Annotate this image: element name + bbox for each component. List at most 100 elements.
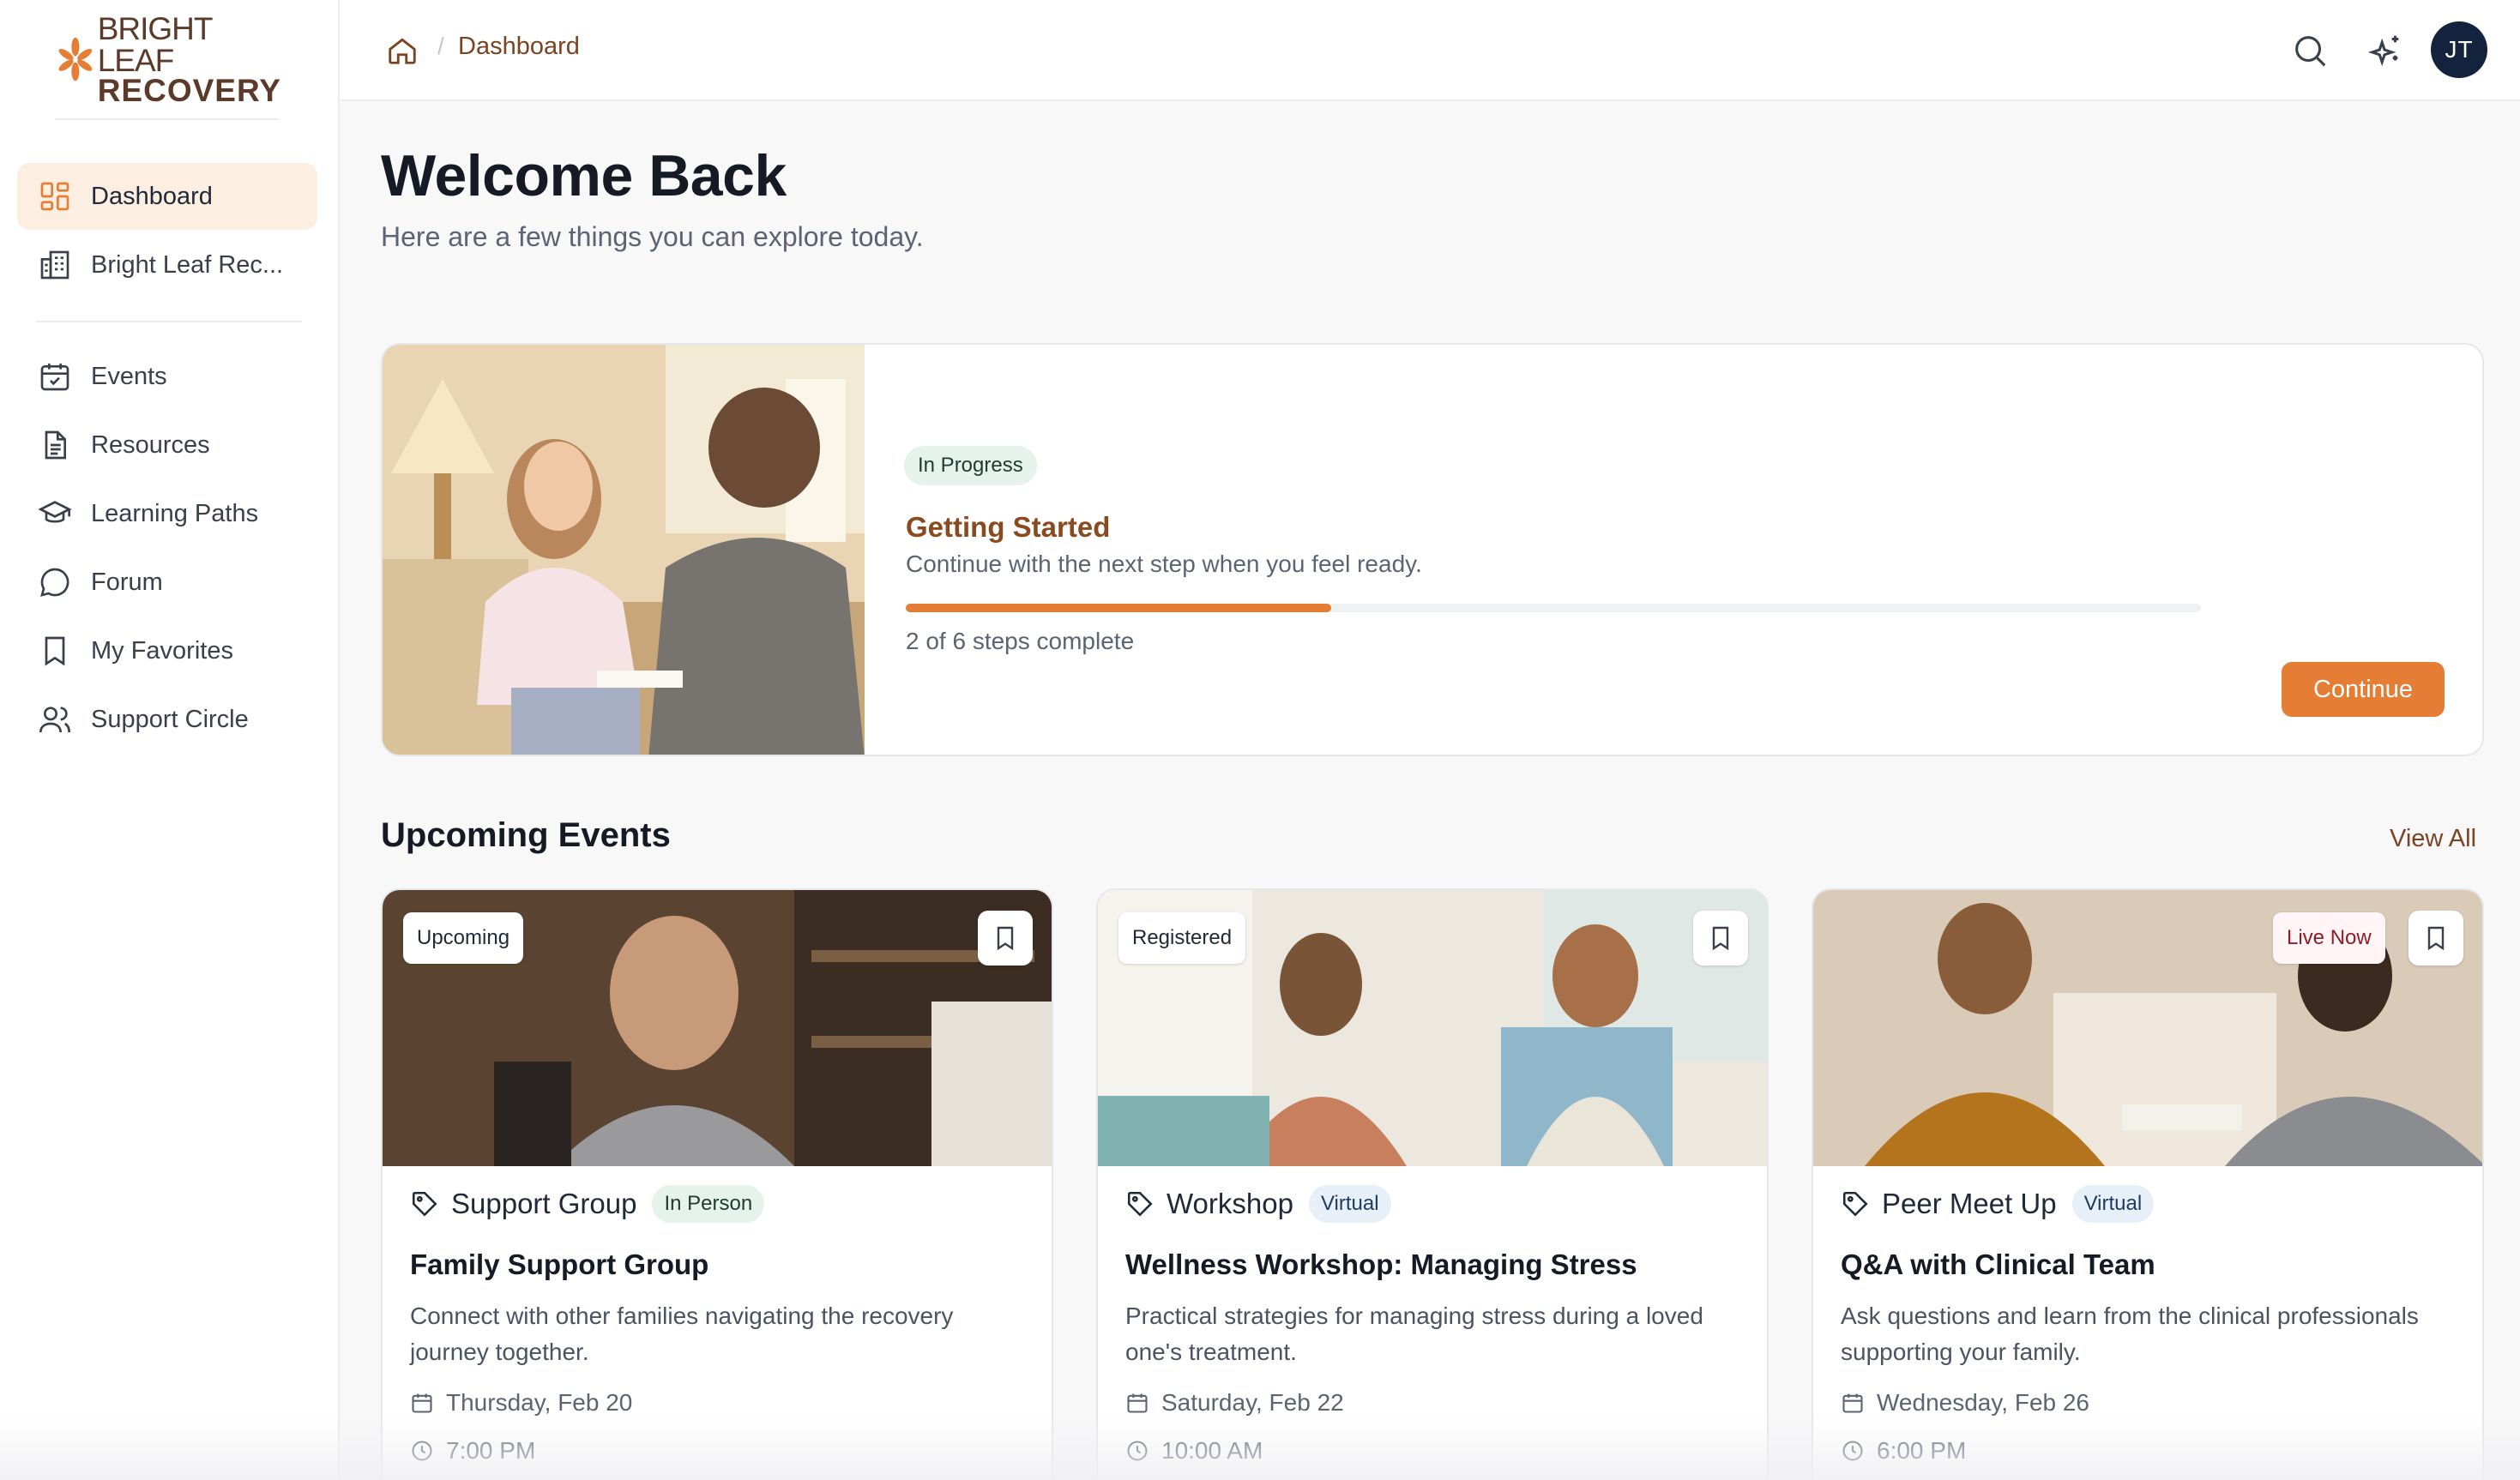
event-date-text: Thursday, Feb 20 — [446, 1389, 633, 1416]
bookmark-icon — [2427, 926, 2445, 951]
graduation-cap-icon — [38, 501, 72, 523]
calendar-check-icon — [40, 364, 69, 391]
top-header: / Dashboard JT — [340, 0, 2520, 101]
breadcrumb-separator: / — [437, 33, 444, 59]
counseling-session-photo — [383, 345, 865, 755]
continue-button[interactable]: Continue — [2282, 662, 2445, 717]
event-card[interactable]: Registered Workshop Virtual Wellness Wor… — [1096, 888, 1769, 1480]
clock-icon — [1842, 1441, 1863, 1461]
event-type-row: Peer Meet Up Virtual — [1841, 1185, 2155, 1223]
avatar[interactable]: JT — [2431, 21, 2487, 78]
tag-icon — [1127, 1191, 1153, 1217]
sidebar-item-learning-paths[interactable]: Learning Paths — [17, 480, 317, 547]
bookmark-button[interactable] — [2408, 911, 2463, 966]
sidebar: BRIGHT LEAF RECOVERY Dashboard Bright Le… — [0, 0, 340, 1480]
document-icon — [45, 430, 66, 460]
card-title: Getting Started — [906, 511, 1111, 543]
tag-icon — [412, 1191, 437, 1217]
brand-logo[interactable]: BRIGHT LEAF RECOVERY — [58, 13, 281, 106]
live-now-badge: Live Now — [2273, 912, 2385, 964]
event-time-text: 10:00 AM — [1161, 1437, 1263, 1464]
sidebar-item-forum[interactable]: Forum — [17, 549, 317, 616]
view-all-link[interactable]: View All — [2390, 825, 2476, 853]
sidebar-item-label: Forum — [91, 568, 163, 596]
sidebar-item-my-favorites[interactable]: My Favorites — [17, 617, 317, 684]
progress-bar-fill — [906, 604, 1331, 612]
brand-line-2: RECOVERY — [97, 72, 281, 108]
event-type: Peer Meet Up — [1882, 1188, 2057, 1219]
event-description: Practical strategies for managing stress… — [1125, 1303, 1703, 1365]
sidebar-item-dashboard[interactable]: Dashboard — [17, 163, 317, 230]
sidebar-divider — [55, 118, 280, 120]
section-title: Upcoming Events — [381, 816, 671, 854]
event-mode-badge: Virtual — [1308, 1185, 1391, 1223]
event-mode-badge: In Person — [652, 1185, 765, 1223]
sidebar-item-events[interactable]: Events — [17, 343, 317, 410]
calendar-icon — [1127, 1393, 1148, 1413]
clock-icon — [412, 1441, 432, 1461]
event-date: Thursday, Feb 20 — [410, 1389, 632, 1417]
sparkles-icon[interactable] — [2366, 31, 2405, 70]
chat-bubble-icon — [40, 568, 69, 597]
tag-icon — [1842, 1191, 1868, 1217]
event-time: 10:00 AM — [1125, 1437, 1263, 1465]
event-title: Wellness Workshop: Managing Stress — [1125, 1248, 1637, 1280]
card-description: Continue with the next step when you fee… — [906, 550, 1422, 577]
leaf-logo-icon — [58, 37, 93, 81]
getting-started-card: In Progress Getting Started Continue wit… — [381, 343, 2484, 756]
brand-line-1: BRIGHT LEAF — [97, 10, 213, 78]
sidebar-divider — [36, 321, 302, 322]
breadcrumb-current[interactable]: Dashboard — [458, 33, 580, 61]
event-date-text: Saturday, Feb 22 — [1161, 1389, 1344, 1416]
event-title: Q&A with Clinical Team — [1841, 1248, 2155, 1280]
home-icon[interactable] — [386, 34, 419, 67]
sidebar-item-resources[interactable]: Resources — [17, 412, 317, 478]
search-icon[interactable] — [2290, 31, 2330, 70]
sidebar-item-label: Dashboard — [91, 182, 213, 210]
event-type: Workshop — [1167, 1188, 1293, 1219]
bookmark-icon — [45, 636, 65, 666]
event-status-badge: Upcoming — [403, 912, 524, 964]
sidebar-item-label: My Favorites — [91, 636, 233, 665]
event-date: Saturday, Feb 22 — [1125, 1389, 1344, 1417]
event-type-row: Support Group In Person — [410, 1185, 765, 1223]
event-type: Support Group — [451, 1188, 637, 1219]
calendar-icon — [412, 1393, 432, 1413]
clock-icon — [1127, 1441, 1148, 1461]
event-description: Connect with other families navigating t… — [410, 1303, 954, 1365]
event-time: 7:00 PM — [410, 1437, 535, 1465]
sidebar-item-label: Bright Leaf Rec... — [91, 250, 284, 279]
event-mode-badge: Virtual — [2071, 1185, 2155, 1223]
calendar-icon — [1842, 1393, 1863, 1413]
bookmark-icon — [997, 926, 1014, 951]
grid-icon — [40, 182, 69, 211]
sidebar-item-label: Learning Paths — [91, 499, 259, 527]
event-time-text: 7:00 PM — [446, 1437, 536, 1464]
users-icon — [39, 707, 70, 733]
bookmark-button[interactable] — [978, 911, 1033, 966]
status-badge: In Progress — [904, 446, 1037, 485]
sidebar-item-support-circle[interactable]: Support Circle — [17, 686, 317, 753]
event-date-text: Wednesday, Feb 26 — [1877, 1389, 2090, 1416]
sidebar-item-label: Events — [91, 362, 167, 390]
event-date: Wednesday, Feb 26 — [1841, 1389, 2089, 1417]
event-time-text: 6:00 PM — [1877, 1437, 1967, 1464]
event-type-row: Workshop Virtual — [1125, 1185, 1391, 1223]
bookmark-icon — [1712, 926, 1729, 951]
sidebar-item-organization[interactable]: Bright Leaf Rec... — [17, 232, 317, 298]
page-title: Welcome Back — [381, 143, 787, 208]
event-title: Family Support Group — [410, 1248, 709, 1280]
sidebar-item-label: Resources — [91, 430, 210, 459]
event-card[interactable]: Live Now Peer Meet Up Virtual Q&A with C… — [1812, 888, 2484, 1480]
sidebar-item-label: Support Circle — [91, 705, 249, 733]
progress-steps-text: 2 of 6 steps complete — [906, 628, 1135, 654]
event-description: Ask questions and learn from the clinica… — [1841, 1303, 2419, 1365]
page-subtitle: Here are a few things you can explore to… — [381, 221, 924, 252]
event-card[interactable]: Upcoming Support Group In Person Family … — [381, 888, 1053, 1480]
brand-wordmark: BRIGHT LEAF RECOVERY — [98, 13, 281, 106]
building-icon — [40, 250, 69, 280]
bookmark-button[interactable] — [1693, 911, 1748, 966]
event-time: 6:00 PM — [1841, 1437, 1966, 1465]
event-status-badge: Registered — [1118, 912, 1246, 964]
progress-bar — [906, 604, 2201, 612]
